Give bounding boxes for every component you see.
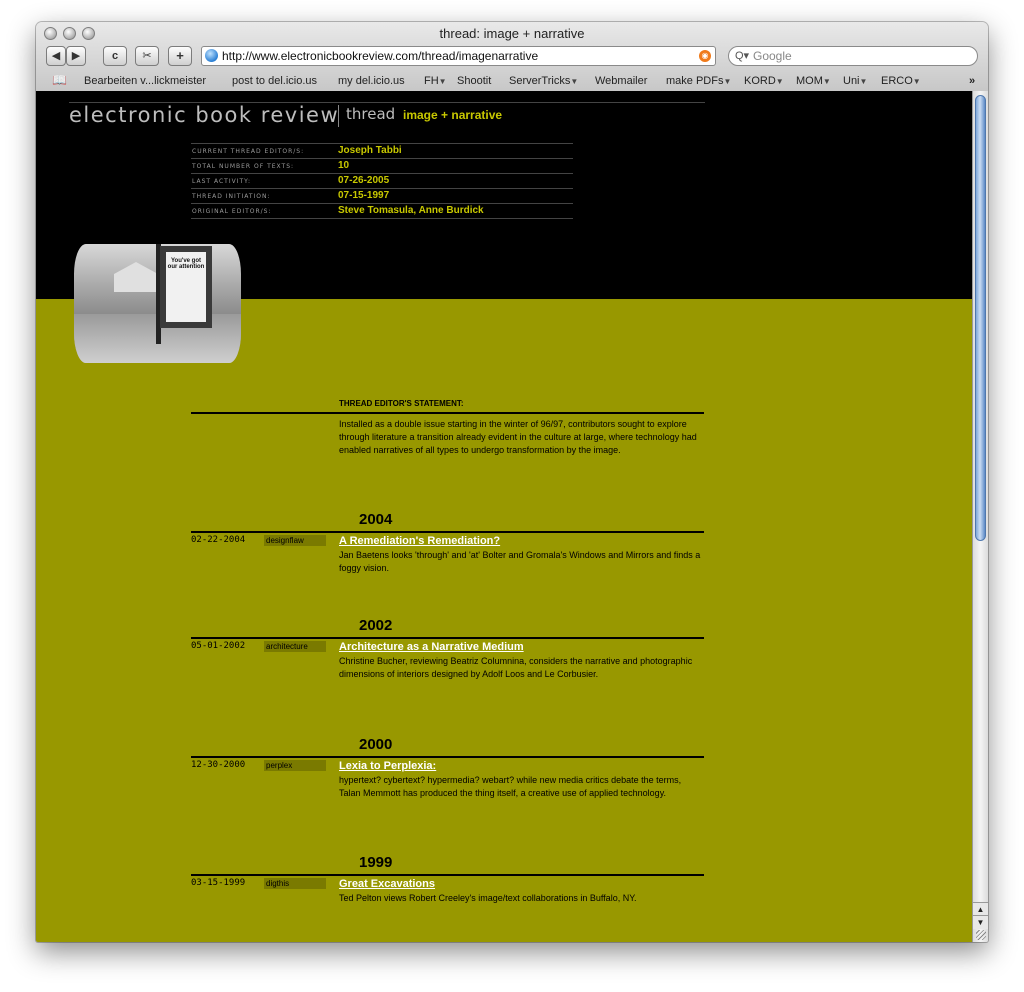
forward-button[interactable]: ▶ <box>66 46 86 66</box>
bookmarks-bar: 📖 Bearbeiten v...lickmeister post to del… <box>36 72 988 90</box>
overflow-chevron-icon[interactable]: » <box>969 75 975 87</box>
divider <box>338 105 339 127</box>
meta-row: thread initiation: 07-15-1997 <box>191 188 573 203</box>
bookmark-item[interactable]: my del.icio.us <box>338 75 405 87</box>
resize-grip-icon[interactable] <box>976 930 986 940</box>
snippet-button[interactable]: ✂ <box>135 46 159 66</box>
statement-label: THREAD EDITOR'S STATEMENT: <box>339 399 464 408</box>
entry-title-link[interactable]: Lexia to Perplexia: <box>339 760 436 772</box>
scroll-down-arrow-icon[interactable]: ▼ <box>973 915 988 929</box>
meta-row: total number of texts: 10 <box>191 158 573 173</box>
meta-label: current thread editor/s: <box>192 148 305 155</box>
bookmark-item[interactable]: Webmailer <box>595 75 647 87</box>
bookmark-menu[interactable]: make PDFs▼ <box>666 75 731 87</box>
chevron-down-icon: ▼ <box>723 77 732 86</box>
bookmark-menu[interactable]: KORD▼ <box>744 75 784 87</box>
scroll-up-arrow-icon[interactable]: ▲ <box>973 902 988 916</box>
year-heading: 2004 <box>359 511 393 528</box>
browser-window: thread: image + narrative ◀ ▶ c ✂ + http… <box>36 22 988 942</box>
entry-date: 03-15-1999 <box>191 878 246 888</box>
meta-label: original editor/s: <box>192 208 272 215</box>
house-shape <box>114 262 158 292</box>
bookmark-menu[interactable]: MOM▼ <box>796 75 831 87</box>
thread-name: image + narrative <box>403 108 503 122</box>
statement-text: Installed as a double issue starting in … <box>339 419 697 455</box>
meta-value: Steve Tomasula, Anne Burdick <box>338 205 484 216</box>
meta-row: current thread editor/s: Joseph Tabbi <box>191 143 573 158</box>
year-heading: 1999 <box>359 854 393 871</box>
divider <box>191 756 704 758</box>
search-input[interactable]: Q▾ Google <box>728 46 978 66</box>
chevron-down-icon: ▼ <box>822 77 831 86</box>
year-heading: 2000 <box>359 736 393 753</box>
chevron-down-icon: ▼ <box>775 77 784 86</box>
meta-value: 07-26-2005 <box>338 175 390 186</box>
meta-label: thread initiation: <box>192 193 271 200</box>
divider <box>191 874 704 876</box>
entry-description: Jan Baetens looks 'through' and 'at' Bol… <box>339 550 701 573</box>
meta-row: original editor/s: Steve Tomasula, Anne B… <box>191 203 573 219</box>
meta-row: last activity: 07-26-2005 <box>191 173 573 188</box>
entry-title-link[interactable]: Great Excavations <box>339 878 435 890</box>
back-button[interactable]: ◀ <box>46 46 66 66</box>
bookmark-menu[interactable]: FH▼ <box>424 75 447 87</box>
entry-description: Ted Pelton views Robert Creeley's image/… <box>339 893 637 903</box>
chevron-down-icon: ▼ <box>570 77 579 86</box>
meta-label: last activity: <box>192 178 252 185</box>
entry-date: 12-30-2000 <box>191 760 246 770</box>
entry-title-link[interactable]: Architecture as a Narrative Medium <box>339 641 524 653</box>
address-text: http://www.electronicbookreview.com/thre… <box>222 49 539 63</box>
meta-value: 07-15-1997 <box>338 190 390 201</box>
entry-category[interactable]: digthis <box>264 878 326 889</box>
divider <box>191 637 704 639</box>
entry-date: 02-22-2004 <box>191 535 246 545</box>
entry-description: hypertext? cybertext? hypermedia? webart… <box>339 775 682 798</box>
search-placeholder: Google <box>753 49 792 63</box>
bookmark-menu[interactable]: ServerTricks▼ <box>509 75 578 87</box>
divider <box>191 531 704 533</box>
thread-meta-table: current thread editor/s: Joseph Tabbi tot… <box>191 143 573 219</box>
rss-icon[interactable]: ◉ <box>699 50 711 62</box>
scrollbar-thumb[interactable] <box>975 95 986 541</box>
site-logo[interactable]: electronic book review <box>69 103 339 127</box>
divider <box>191 412 704 414</box>
year-heading: 2002 <box>359 617 393 634</box>
meta-label: total number of texts: <box>192 163 295 170</box>
bookmark-item[interactable]: Bearbeiten v...lickmeister <box>84 75 206 87</box>
reload-button[interactable]: c <box>103 46 127 66</box>
entry-category[interactable]: designflaw <box>264 535 326 546</box>
meta-value: Joseph Tabbi <box>338 145 402 156</box>
vertical-scrollbar[interactable]: ▲ ▼ <box>972 91 988 942</box>
entry-description: Christine Bucher, reviewing Beatriz Colu… <box>339 656 693 679</box>
thread-word: thread <box>346 105 396 123</box>
bookmark-menu[interactable]: ERCO▼ <box>881 75 921 87</box>
entry-title-link[interactable]: A Remediation's Remediation? <box>339 535 500 547</box>
chevron-down-icon: ▼ <box>912 77 921 86</box>
entry-category[interactable]: perplex <box>264 760 326 771</box>
search-icon: Q▾ <box>735 50 750 62</box>
thread-photo: You've got our attention <box>74 244 241 363</box>
entry-date: 05-01-2002 <box>191 641 246 651</box>
billboard-poster: You've got our attention <box>166 252 206 322</box>
add-bookmark-button[interactable]: + <box>168 46 192 66</box>
globe-icon <box>205 49 218 62</box>
entry-category[interactable]: architecture <box>264 641 326 652</box>
bookmark-item[interactable]: Shootit <box>457 75 491 87</box>
chevron-down-icon: ▼ <box>859 77 868 86</box>
bookmark-item[interactable]: post to del.icio.us <box>232 75 317 87</box>
page-content: electronic book review thread image + na… <box>36 91 972 942</box>
chevron-down-icon: ▼ <box>438 77 447 86</box>
bookmark-menu[interactable]: Uni▼ <box>843 75 867 87</box>
address-field[interactable]: http://www.electronicbookreview.com/thre… <box>201 46 716 66</box>
book-icon[interactable]: 📖 <box>52 73 67 87</box>
meta-value: 10 <box>338 160 350 171</box>
window-title: thread: image + narrative <box>439 26 585 41</box>
